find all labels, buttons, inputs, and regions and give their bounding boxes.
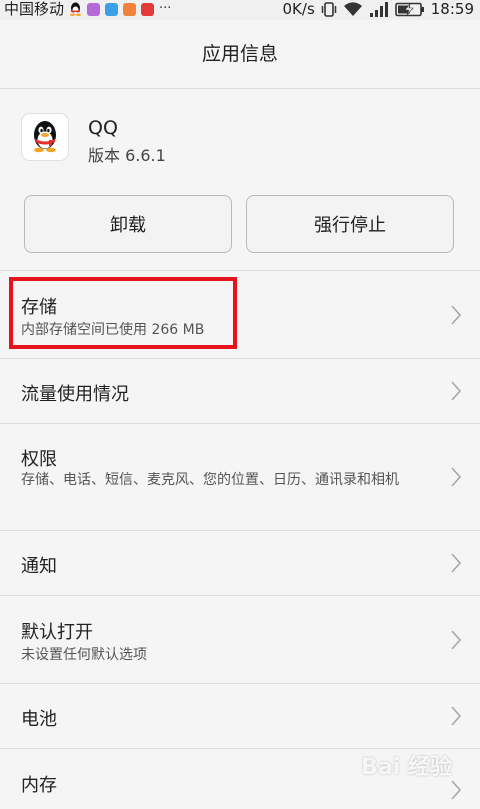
clock: 18:59 bbox=[430, 0, 474, 18]
item-title: 通知 bbox=[21, 556, 57, 577]
vibrate-icon bbox=[321, 1, 337, 17]
huawei-notification-icon bbox=[141, 2, 155, 16]
chevron-right-icon bbox=[451, 630, 462, 650]
gallery-notification-icon bbox=[87, 2, 101, 16]
tools-notification-icon bbox=[123, 2, 137, 16]
app-info-section: QQ 版本 6.6.1 卸载 强行停止 bbox=[0, 89, 480, 269]
list-item-open-by-default[interactable]: 默认打开 未设置任何默认选项 bbox=[0, 596, 480, 684]
carrier-name: 中国移动 bbox=[4, 0, 65, 18]
settings-list: 存储 内部存储空间已使用 266 MB 流量使用情况 权限 存储、电话、短信、麦… bbox=[0, 270, 480, 809]
list-item-data-usage[interactable]: 流量使用情况 bbox=[0, 359, 480, 424]
status-left: 中国移动 ··· bbox=[4, 0, 171, 18]
app-name: QQ bbox=[88, 117, 118, 139]
item-title: 流量使用情况 bbox=[21, 384, 129, 405]
signal-icon bbox=[369, 1, 388, 17]
message-notification-icon bbox=[105, 2, 119, 16]
chevron-right-icon bbox=[451, 467, 462, 487]
title-bar: 应用信息 bbox=[0, 20, 480, 89]
chevron-right-icon bbox=[451, 780, 462, 800]
item-subtitle: 未设置任何默认选项 bbox=[21, 647, 147, 663]
item-title: 内存 bbox=[21, 775, 57, 796]
item-subtitle: 存储、电话、短信、麦克风、您的位置、日历、通讯录和相机 bbox=[21, 472, 399, 488]
status-right: 0K/s 18:59 bbox=[283, 0, 474, 18]
app-icon bbox=[22, 114, 68, 160]
qq-penguin-icon bbox=[34, 121, 56, 153]
qq-notification-icon bbox=[70, 2, 82, 16]
chevron-right-icon bbox=[451, 706, 462, 726]
item-title: 默认打开 bbox=[21, 622, 93, 643]
chevron-right-icon bbox=[451, 381, 462, 401]
network-speed: 0K/s bbox=[282, 0, 315, 18]
item-title: 存储 bbox=[21, 297, 57, 318]
page-title: 应用信息 bbox=[201, 43, 278, 65]
list-item-battery[interactable]: 电池 bbox=[0, 684, 480, 749]
list-item-notifications[interactable]: 通知 bbox=[0, 531, 480, 596]
chevron-right-icon bbox=[451, 553, 462, 573]
app-version: 版本 6.6.1 bbox=[88, 146, 166, 165]
battery-charging-icon bbox=[394, 2, 424, 16]
baidu-jingyan-watermark: Bai 经验 bbox=[361, 755, 452, 780]
more-notifications-icon: ··· bbox=[159, 1, 172, 16]
list-item-permissions[interactable]: 权限 存储、电话、短信、麦克风、您的位置、日历、通讯录和相机 bbox=[0, 424, 480, 531]
chevron-right-icon bbox=[451, 305, 462, 325]
force-stop-button[interactable]: 强行停止 bbox=[246, 195, 454, 253]
status-bar: 中国移动 ··· 0K/s 18:59 bbox=[0, 0, 480, 20]
item-title: 权限 bbox=[21, 449, 57, 470]
uninstall-button[interactable]: 卸载 bbox=[24, 195, 232, 253]
item-title: 电池 bbox=[21, 709, 57, 730]
list-item-storage[interactable]: 存储 内部存储空间已使用 266 MB bbox=[0, 271, 480, 359]
wifi-icon bbox=[343, 1, 362, 16]
item-subtitle: 内部存储空间已使用 266 MB bbox=[21, 322, 205, 338]
